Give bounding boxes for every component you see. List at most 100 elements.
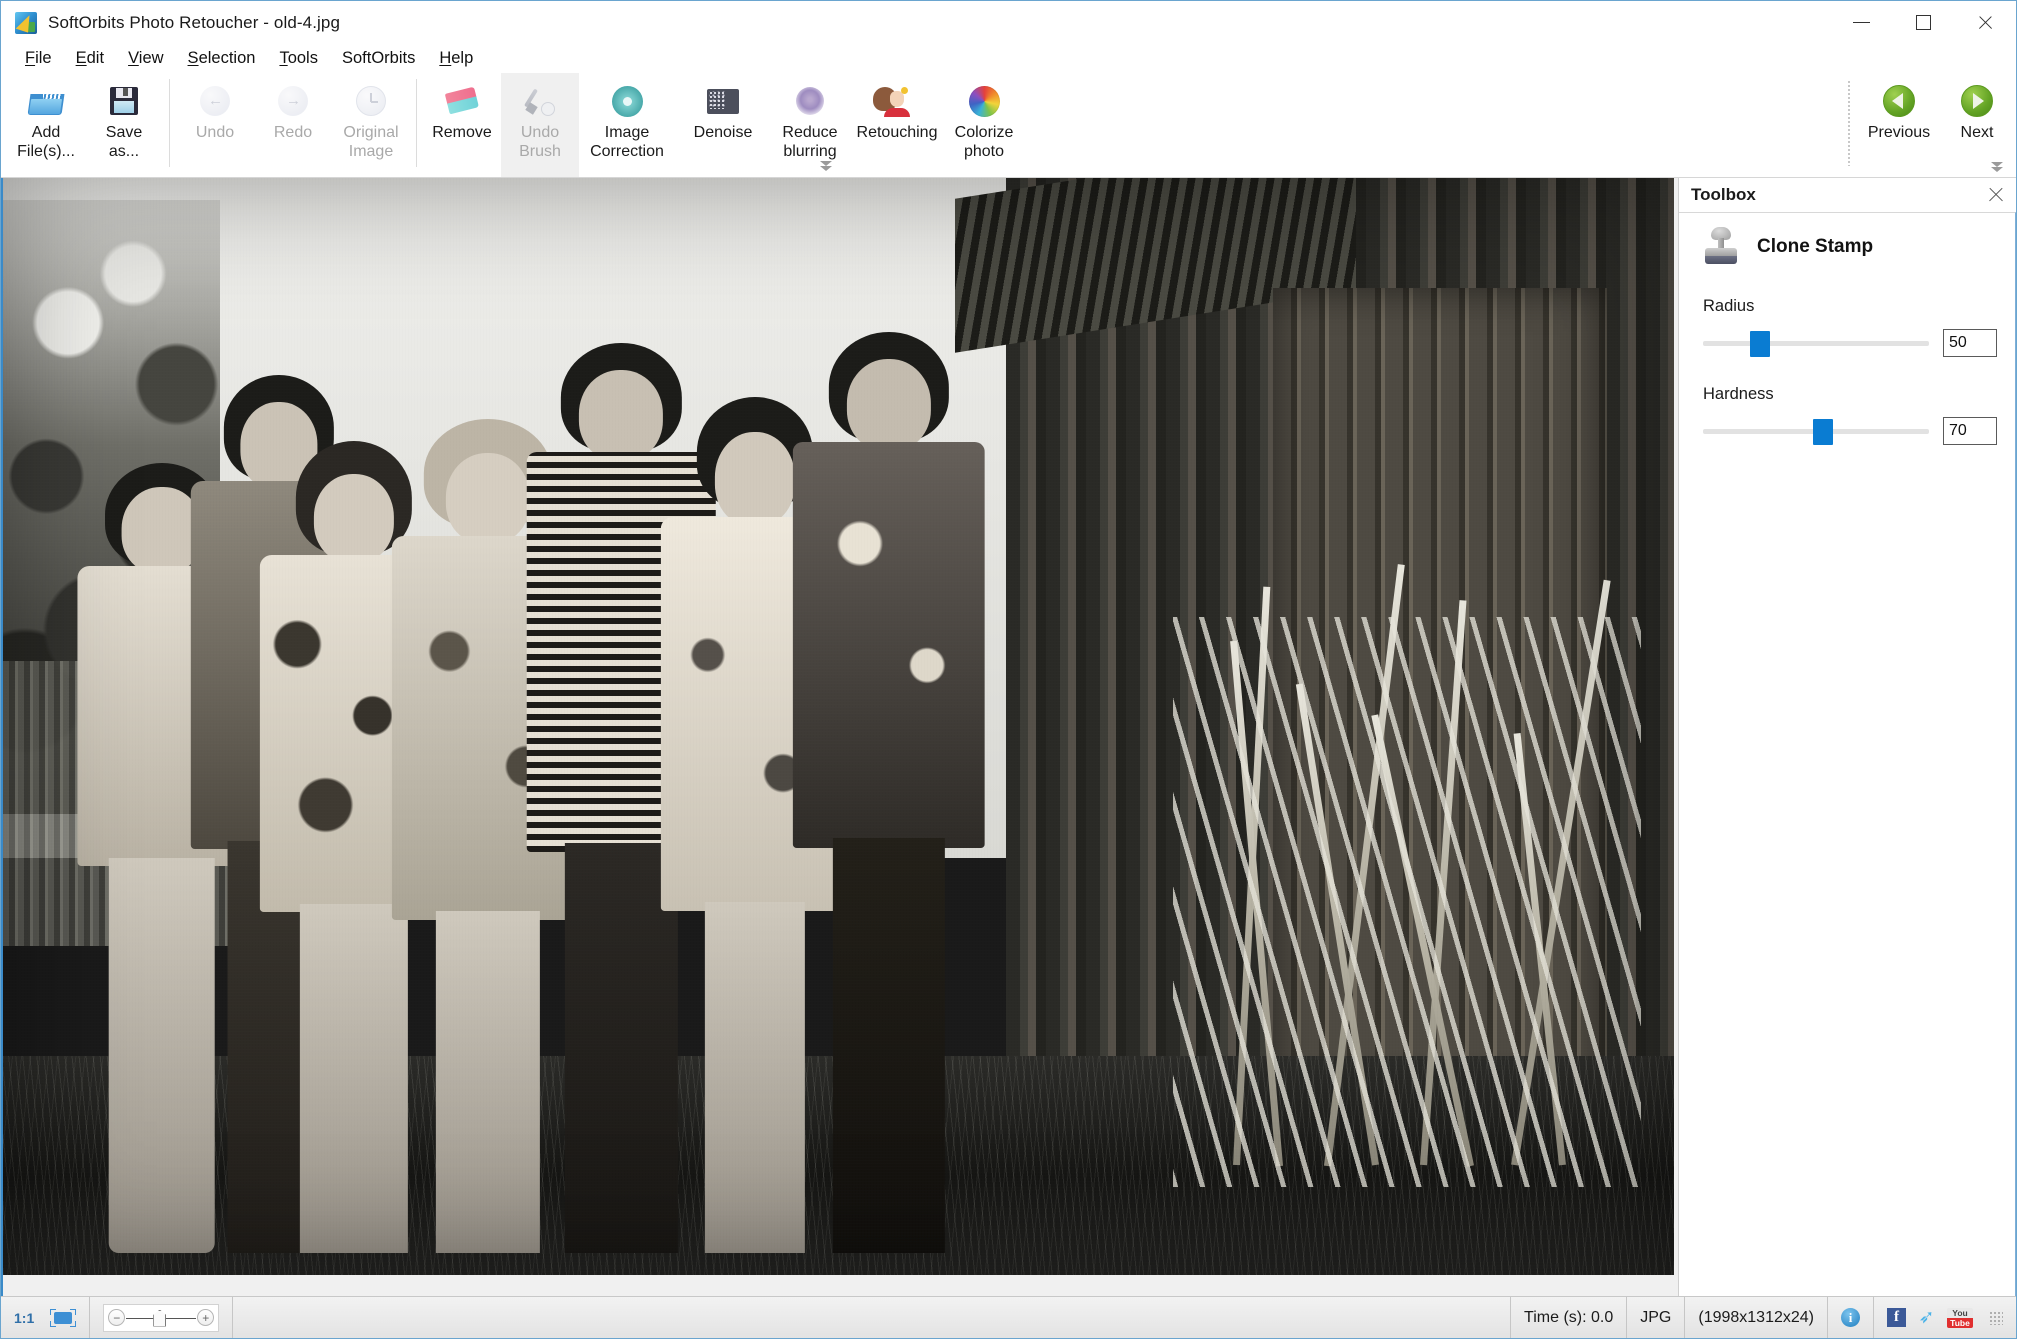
close-button[interactable] (1954, 1, 2016, 44)
menu-item-edit[interactable]: Edit (64, 47, 116, 70)
toolbar-button-denoise[interactable]: Denoise (675, 73, 771, 177)
toolbar-label-original-1: Original (343, 124, 399, 141)
folder-icon (27, 81, 65, 121)
info-icon[interactable]: i (1841, 1308, 1860, 1327)
toolbar-expander-left[interactable] (817, 159, 835, 173)
photo-old-4-jpg[interactable] (3, 178, 1674, 1275)
toolbar-label-retouching: Retouching (856, 124, 938, 141)
radius-value-input[interactable]: 50 (1943, 329, 1997, 357)
radius-slider-thumb[interactable] (1749, 331, 1770, 357)
green-right-arrow-icon (1961, 81, 1993, 121)
fit-to-window-icon[interactable] (50, 1308, 77, 1327)
brush-revert-icon (524, 81, 555, 121)
toolbar-navigation-group: Previous Next (1838, 73, 2016, 178)
toolbar-button-reduce-blurring[interactable]: Reduce blurring (771, 73, 849, 177)
hardness-value-input[interactable]: 70 (1943, 417, 1997, 445)
zoom-slider-cell: − + (90, 1297, 234, 1338)
toolbar-label-image-correction-2: Correction (590, 143, 664, 160)
time-status: Time (s): 0.0 (1511, 1297, 1628, 1338)
toolbar-label-redo: Redo (273, 124, 313, 141)
toolbar-label-colorize-2: photo (963, 143, 1005, 160)
toolbar-separator-2 (416, 79, 417, 167)
image-canvas[interactable] (1, 178, 1678, 1296)
window-title: SoftOrbits Photo Retoucher - old-4.jpg (48, 12, 341, 32)
hardness-label: Hardness (1703, 385, 1774, 403)
menu-item-tools[interactable]: Tools (267, 47, 330, 70)
toolbar-label-reduce-1: Reduce (782, 124, 838, 141)
toolbar-button-original-image[interactable]: Original Image (332, 73, 410, 177)
zoom-ratio-group: 1:1 (1, 1297, 91, 1338)
floppy-disk-icon (110, 81, 138, 121)
application-window: SoftOrbits Photo Retoucher - old-4.jpg F… (0, 0, 2017, 1339)
toolbar-button-redo[interactable]: → Redo (254, 73, 332, 177)
app-logo-icon (15, 11, 37, 34)
toolbar-label-add-files-2: File(s)... (17, 143, 75, 160)
clone-stamp-icon (1703, 227, 1739, 267)
double-chevron-down-icon (819, 161, 833, 171)
menu-bar: File Edit View Selection Tools SoftOrbit… (1, 44, 2016, 73)
toolbar-button-save-as[interactable]: Save as... (85, 73, 163, 177)
facebook-icon[interactable]: f (1887, 1308, 1906, 1327)
resize-grip-icon[interactable] (1989, 1310, 2003, 1325)
toolbar-separator-1 (169, 79, 170, 167)
zoom-slider[interactable]: − + (103, 1303, 220, 1332)
youtube-icon[interactable]: You Tube (1947, 1307, 1973, 1328)
zoom-ratio-button[interactable]: 1:1 (14, 1310, 42, 1326)
double-chevron-down-icon-right (1990, 162, 2004, 172)
menu-item-softorbits[interactable]: SoftOrbits (330, 47, 427, 70)
zoom-in-icon[interactable]: + (197, 1309, 215, 1326)
menu-label-help-rest: elp (451, 49, 474, 67)
menu-label-selection-rest: election (198, 49, 256, 67)
menu-label-view-rest: iew (138, 49, 164, 67)
hardness-row: 70 (1703, 417, 1997, 445)
toolbar-button-undo[interactable]: ← Undo (176, 73, 254, 177)
toolbar-button-colorize-photo[interactable]: Colorize photo (945, 73, 1023, 177)
toolbar-button-retouching[interactable]: Retouching (849, 73, 945, 177)
photo-stick-pile (1172, 616, 1641, 1188)
twitter-icon[interactable]: ➶ (1916, 1307, 1937, 1328)
toolbar-label-undo-brush-2: Brush (519, 143, 561, 160)
minimize-button[interactable] (1830, 1, 1892, 44)
zoom-out-icon[interactable]: − (108, 1309, 126, 1326)
blur-dot-icon (796, 81, 824, 121)
hardness-slider[interactable] (1703, 417, 1929, 445)
toolbar-label-previous: Previous (1867, 124, 1931, 141)
menu-item-help[interactable]: Help (427, 47, 485, 70)
toolbar-label-denoise: Denoise (693, 124, 753, 141)
flower-burst-icon (611, 81, 643, 121)
radius-slider[interactable] (1703, 329, 1929, 357)
toolbar-label-image-correction-1: Image (604, 124, 650, 141)
toolbar-button-add-files[interactable]: Add File(s)... (7, 73, 85, 177)
menu-item-view[interactable]: View (116, 47, 175, 70)
toolbar-button-previous[interactable]: Previous (1860, 73, 1938, 178)
toolbar-button-undo-brush[interactable]: Undo Brush (501, 73, 579, 177)
toolbox-panel: Toolbox Clone Stamp Radius 50 Hardness 7… (1678, 178, 2016, 1296)
status-bar-spacer (233, 1297, 1512, 1338)
toolbar-button-image-correction[interactable]: Image Correction (579, 73, 675, 177)
radius-row: 50 (1703, 329, 1997, 357)
dimensions-status: (1998x1312x24) (1685, 1297, 1828, 1338)
window-controls (1830, 1, 2016, 44)
toolbar-separator-3 (1848, 81, 1850, 166)
menu-item-file[interactable]: File (13, 47, 64, 70)
field-radius: Radius 50 (1703, 297, 1997, 357)
title-bar-left: SoftOrbits Photo Retoucher - old-4.jpg (1, 11, 341, 34)
toolbar-label-next: Next (1960, 124, 1994, 141)
toolbar-button-remove[interactable]: Remove (423, 73, 501, 177)
clock-revert-icon (356, 81, 386, 121)
zoom-slider-thumb[interactable] (153, 1309, 167, 1327)
menu-item-selection[interactable]: Selection (176, 47, 268, 70)
toolbox-close-icon[interactable] (1986, 185, 2006, 205)
active-tool-header: Clone Stamp (1703, 227, 1997, 267)
menu-label-file-rest: ile (35, 49, 52, 67)
maximize-button[interactable] (1892, 1, 1954, 44)
social-links: f ➶ You Tube (1887, 1307, 2003, 1328)
hardness-slider-thumb[interactable] (1812, 419, 1833, 445)
field-hardness: Hardness 70 (1703, 385, 1997, 445)
radius-slider-track (1703, 341, 1929, 346)
menu-label-edit-rest: dit (86, 49, 105, 67)
social-cell: f ➶ You Tube (1874, 1297, 2016, 1338)
menu-label-tools-rest: ools (287, 49, 318, 67)
toolbar-expander-right[interactable] (1988, 160, 2006, 174)
photo-person-7 (788, 331, 989, 1254)
